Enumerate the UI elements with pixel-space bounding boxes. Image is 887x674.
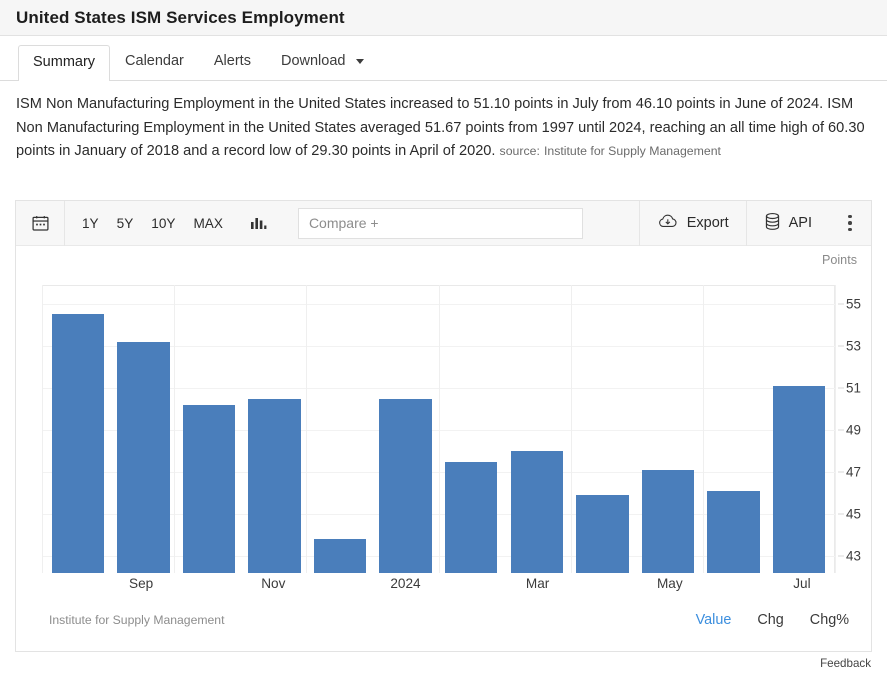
chart-toolbar: 1Y 5Y 10Y MAX Compare + Export API <box>16 200 871 246</box>
page-header: United States ISM Services Employment <box>0 0 887 36</box>
bar[interactable] <box>117 341 170 573</box>
x-tick-label: Mar <box>525 576 550 591</box>
y-tick-label: 45 <box>846 506 861 522</box>
bar-slot <box>766 285 832 573</box>
y-tick-label: 47 <box>846 464 861 480</box>
bar-slot <box>635 285 701 573</box>
y-tick-label: 51 <box>846 380 861 396</box>
more-vertical-icon[interactable] <box>829 201 871 246</box>
y-tick-label: 53 <box>846 338 861 354</box>
y-tick-label: 55 <box>846 296 861 312</box>
bar[interactable] <box>707 491 760 573</box>
x-tick-label: Nov <box>261 576 286 591</box>
description-source: Institute for Supply Management <box>543 144 721 158</box>
y-tick-label: 43 <box>846 548 861 564</box>
gridline-v <box>835 285 836 573</box>
bar-chart-icon[interactable] <box>232 201 286 246</box>
x-tick-label: Jul <box>793 576 811 591</box>
chart-legend: Value Chg Chg% <box>696 612 849 628</box>
tab-bar: Summary Calendar Alerts Download <box>0 36 887 81</box>
chart-plot-area <box>42 285 836 573</box>
app-root: United States ISM Services Employment Su… <box>0 0 887 674</box>
chart-source-label: Institute for Supply Management <box>49 613 225 627</box>
tab-alerts-label: Alerts <box>213 53 251 69</box>
bar-slot <box>307 285 373 573</box>
tab-download-label: Download <box>280 53 346 69</box>
y-tick-mark <box>838 345 844 347</box>
toolbar-right-group: Export API <box>638 200 871 246</box>
page-title: United States ISM Services Employment <box>16 7 345 27</box>
range-10y[interactable]: 10Y <box>142 210 184 237</box>
tab-download[interactable]: Download <box>266 44 379 80</box>
chart-panel: 1Y 5Y 10Y MAX Compare + Export API Point… <box>15 200 872 652</box>
cloud-download-icon <box>657 213 679 234</box>
y-tick-mark <box>838 429 844 431</box>
feedback-link[interactable]: Feedback <box>820 657 871 670</box>
x-tick-label: 2024 <box>390 576 421 591</box>
bar-slot <box>701 285 767 573</box>
y-tick-mark <box>838 303 844 305</box>
bar[interactable] <box>182 404 236 573</box>
description-block: ISM Non Manufacturing Employment in the … <box>0 81 887 168</box>
range-selector: 1Y 5Y 10Y MAX <box>65 210 232 237</box>
bar[interactable] <box>379 398 432 573</box>
y-tick-label: 49 <box>846 422 861 438</box>
bar-slot <box>176 285 242 573</box>
tab-calendar[interactable]: Calendar <box>110 44 199 80</box>
y-axis: 43 45 47 49 51 53 55 <box>838 285 887 585</box>
api-button[interactable]: API <box>747 201 829 246</box>
bar-slot <box>438 285 504 573</box>
bar-slot <box>242 285 308 573</box>
compare-field-wrap <box>286 207 591 239</box>
calendar-icon[interactable] <box>16 201 64 246</box>
chart-footer: Institute for Supply Management Value Ch… <box>16 605 871 635</box>
bar-slot <box>45 285 111 573</box>
units-label: Points <box>821 253 857 267</box>
bar[interactable] <box>51 314 105 573</box>
description-source-prefix: source: <box>499 144 540 158</box>
bar[interactable] <box>313 539 367 573</box>
tab-summary[interactable]: Summary <box>18 45 111 81</box>
range-1y[interactable]: 1Y <box>73 210 108 237</box>
x-axis: Sep Nov 2024 Mar May Jul <box>42 576 835 598</box>
bar[interactable] <box>445 461 498 573</box>
bar-series <box>42 285 835 573</box>
api-label: API <box>788 215 812 231</box>
y-tick-mark <box>838 387 844 389</box>
legend-chgpct[interactable]: Chg% <box>810 612 849 628</box>
compare-input[interactable] <box>297 207 583 239</box>
legend-chg[interactable]: Chg <box>757 612 783 628</box>
y-tick-mark <box>838 471 844 473</box>
y-tick-mark <box>838 513 844 515</box>
chevron-down-icon <box>355 58 364 64</box>
range-max[interactable]: MAX <box>184 210 231 237</box>
database-icon <box>764 212 781 235</box>
bar[interactable] <box>248 398 301 573</box>
tab-calendar-label: Calendar <box>125 53 184 69</box>
export-label: Export <box>686 215 729 231</box>
tab-summary-label: Summary <box>33 54 96 70</box>
range-5y[interactable]: 5Y <box>108 210 143 237</box>
y-tick-mark <box>838 555 844 557</box>
description-text: ISM Non Manufacturing Employment in the … <box>16 96 865 159</box>
export-button[interactable]: Export <box>640 201 746 246</box>
bar[interactable] <box>576 495 629 573</box>
legend-value[interactable]: Value <box>696 612 732 628</box>
bar-slot <box>504 285 570 573</box>
bar-slot <box>570 285 636 573</box>
x-tick-label: May <box>656 576 683 591</box>
bar[interactable] <box>510 451 564 573</box>
bar-slot <box>373 285 439 573</box>
bar[interactable] <box>641 470 695 573</box>
bar-slot <box>111 285 177 573</box>
bar[interactable] <box>772 385 826 573</box>
x-tick-label: Sep <box>129 576 154 591</box>
tab-alerts[interactable]: Alerts <box>199 44 266 80</box>
